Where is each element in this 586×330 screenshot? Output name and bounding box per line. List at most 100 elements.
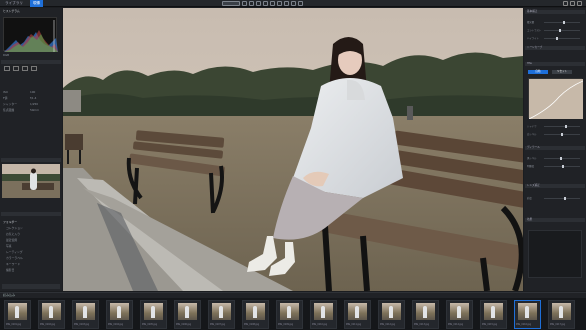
share-icon[interactable] <box>570 1 575 6</box>
rotate-icon[interactable] <box>249 1 254 6</box>
thumbnail-label: IMG_0101.jpg <box>6 323 21 326</box>
folder-item[interactable]: フォルダー <box>3 220 17 224</box>
filmstrip-thumbnail[interactable]: IMG_0109.jpg <box>276 300 303 329</box>
slider-handle[interactable] <box>559 29 562 33</box>
folder-item[interactable]: お気に入り <box>6 232 20 236</box>
filmstrip-thumbnail[interactable]: IMG_0115.jpg <box>480 300 507 329</box>
thumbnail-image <box>552 303 571 320</box>
tone-curve-graph[interactable] <box>528 78 584 120</box>
thumbnail-image <box>348 303 367 320</box>
slider[interactable] <box>544 125 580 129</box>
tool-1-icon[interactable] <box>4 66 10 71</box>
filmstrip-thumbnail[interactable]: IMG_0103.jpg <box>72 300 99 329</box>
tool-2-icon[interactable] <box>13 66 19 71</box>
filmstrip-thumbnail[interactable]: IMG_0104.jpg <box>106 300 133 329</box>
left-tool-icons <box>4 66 37 71</box>
filmstrip-thumbnail[interactable]: IMG_0107.jpg <box>208 300 235 329</box>
slider[interactable] <box>544 165 580 169</box>
filmstrip-thumbnail[interactable]: IMG_0111.jpg <box>344 300 371 329</box>
slider-handle[interactable] <box>561 133 563 137</box>
compare-icon[interactable] <box>277 1 282 6</box>
filmstrip-thumbnail[interactable]: IMG_0116.jpg <box>514 300 541 329</box>
crop-icon[interactable] <box>242 1 247 6</box>
folder-item[interactable]: 撮影日 <box>6 268 14 272</box>
filmstrip-thumbnail[interactable]: IMG_0108.jpg <box>242 300 269 329</box>
grid-icon[interactable] <box>291 1 296 6</box>
redeye-icon[interactable] <box>270 1 275 6</box>
thumbnail-label: IMG_0105.jpg <box>142 323 157 326</box>
slider[interactable] <box>544 157 580 161</box>
tab-library[interactable]: ライブラリ <box>2 0 26 7</box>
photo-image <box>63 8 523 291</box>
histogram-title: ヒストグラム <box>3 9 20 13</box>
info-value: 100 <box>30 90 36 94</box>
left-panel-footer <box>2 284 60 289</box>
info-value: 50mm <box>30 108 40 112</box>
export-icon[interactable] <box>577 1 582 6</box>
folder-item[interactable]: キーワード <box>6 262 20 266</box>
mask-icon[interactable] <box>263 1 268 6</box>
slider-handle[interactable] <box>561 165 564 169</box>
info-label: ISO <box>3 90 8 94</box>
reset-button[interactable]: リセット <box>552 70 572 74</box>
tool-strip <box>1 60 61 64</box>
filmstrip-thumbnail[interactable]: IMG_0114.jpg <box>446 300 473 329</box>
slider[interactable] <box>544 21 580 25</box>
folder-item[interactable]: 最近使用 <box>6 238 17 242</box>
view-mode-button[interactable] <box>222 1 240 6</box>
slider[interactable] <box>544 37 580 41</box>
heal-icon[interactable] <box>256 1 261 6</box>
filmstrip-thumbnail[interactable]: IMG_0106.jpg <box>174 300 201 329</box>
filmstrip-header-label: 読み込み <box>3 293 16 297</box>
thumbnail-label: IMG_0116.jpg <box>516 323 531 326</box>
slider-label: 明瞭度 <box>527 165 535 168</box>
thumbnail-label: IMG_0112.jpg <box>380 323 395 326</box>
folder-item[interactable]: 写真 <box>6 244 12 248</box>
tab-develop[interactable]: 現像 <box>30 0 44 7</box>
settings-icon[interactable] <box>563 1 568 6</box>
info-icon[interactable] <box>298 1 303 6</box>
slider-label: ハイライト <box>527 37 539 40</box>
info-value: f/1.4 <box>30 96 37 100</box>
slider-handle[interactable] <box>565 125 568 129</box>
filmstrip-thumbnail[interactable]: IMG_0112.jpg <box>378 300 405 329</box>
slider-label: 黒レベル <box>527 157 537 160</box>
zoom-icon[interactable] <box>284 1 289 6</box>
slider-handle[interactable] <box>555 37 558 41</box>
folder-item[interactable]: コレクション <box>6 226 23 230</box>
right-panel: 基本補正 露光量 コントラスト ハイライト トーンカーブ HSL 自動 リセット… <box>524 8 586 291</box>
section-tone-curve[interactable]: トーンカーブ <box>525 46 585 50</box>
navigator-preview[interactable] <box>2 164 60 198</box>
slider[interactable] <box>544 197 580 201</box>
filmstrip-thumbnail[interactable]: IMG_0105.jpg <box>140 300 167 329</box>
main-photo-canvas[interactable] <box>63 8 523 291</box>
slider[interactable] <box>544 133 580 137</box>
section-effects[interactable]: 効果 <box>525 218 585 222</box>
slider-handle[interactable] <box>562 21 565 25</box>
thumbnail-image <box>246 303 265 320</box>
thumbnail-label: IMG_0113.jpg <box>414 323 429 326</box>
tool-4-icon[interactable] <box>31 66 37 71</box>
thumbnail-row: IMG_0101.jpg IMG_0102.jpg IMG_0103.jpg IMG_… <box>4 300 584 330</box>
tool-3-icon[interactable] <box>22 66 28 71</box>
info-label: シャッター <box>3 102 17 106</box>
slider-handle[interactable] <box>560 157 563 161</box>
folder-item[interactable]: カラーラベル <box>6 256 23 260</box>
thumbnail-label: IMG_0106.jpg <box>176 323 191 326</box>
filmstrip-header: 読み込み <box>0 293 586 298</box>
thumbnail-label: IMG_0109.jpg <box>278 323 293 326</box>
auto-button[interactable]: 自動 <box>528 70 548 74</box>
section-lens[interactable]: レンズ補正 <box>525 184 585 188</box>
slider-handle[interactable] <box>563 197 566 201</box>
filmstrip-thumbnail[interactable]: IMG_0113.jpg <box>412 300 439 329</box>
section-basic[interactable]: 基本補正 <box>525 10 585 14</box>
filmstrip-thumbnail[interactable]: IMG_0117.jpg <box>548 300 575 329</box>
filmstrip-thumbnail[interactable]: IMG_0102.jpg <box>38 300 65 329</box>
filmstrip-thumbnail[interactable]: IMG_0110.jpg <box>310 300 337 329</box>
folder-item[interactable]: レーティング <box>6 250 23 254</box>
section-detail[interactable]: ディテール <box>525 146 585 150</box>
section-hsl[interactable]: HSL <box>525 62 585 66</box>
effects-panel-body <box>528 230 582 278</box>
filmstrip-thumbnail[interactable]: IMG_0101.jpg <box>4 300 31 329</box>
slider[interactable] <box>544 29 580 33</box>
